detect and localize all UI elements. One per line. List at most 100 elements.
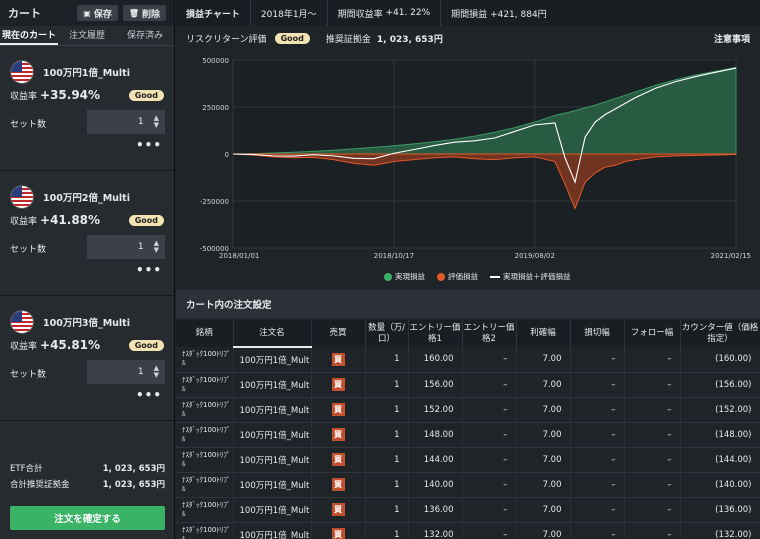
chevron-down-icon[interactable]: ▼ <box>154 122 159 129</box>
buy-badge: 買 <box>331 528 345 539</box>
period-selector[interactable]: 2018年1月～ <box>251 0 328 26</box>
notes-link[interactable]: 注意事項 <box>714 32 750 45</box>
confirm-order-button[interactable]: 注文を確定する <box>10 506 165 530</box>
stepper-arrows[interactable]: ▲ ▼ <box>154 115 159 129</box>
symbol-cell: ﾅｽﾀﾞｯｸ100ﾄﾘﾌﾟﾙ <box>176 522 234 539</box>
set-count-label: セット数 <box>10 120 47 130</box>
entry2-cell: – <box>462 397 517 423</box>
stepper-arrows[interactable]: ▲ ▼ <box>154 240 159 254</box>
entry1-cell: 132.00 <box>408 522 463 539</box>
table-row[interactable]: ﾅｽﾀﾞｯｸ100ﾄﾘﾌﾟﾙ 100万円1倍_Mult 買 1 156.00 –… <box>176 372 760 398</box>
take-profit-cell: 7.00 <box>516 372 571 398</box>
recommended-margin: 推奨証拠金 1, 023, 653円 <box>326 32 443 45</box>
stepper-arrows[interactable]: ▲ ▼ <box>154 365 159 379</box>
legend-total-label: 実現損益＋評価損益 <box>503 272 571 281</box>
quantity-value: 1 <box>137 242 144 252</box>
buy-badge: 買 <box>331 478 345 491</box>
cart-item-header: 100万円2倍_Multi <box>10 185 130 209</box>
trash-icon: 🗑 <box>128 8 139 18</box>
take-profit-cell: 7.00 <box>516 347 571 373</box>
y-tick-label: -250000 <box>200 198 229 206</box>
qty-cell: 1 <box>365 347 409 373</box>
chevron-down-icon[interactable]: ▼ <box>154 372 159 379</box>
qty-cell: 1 <box>365 372 409 398</box>
delete-button[interactable]: 🗑 削除 <box>122 5 166 21</box>
pl-chart: 500000 250000 0 -250000 -500000 2018/01/01 201… <box>176 50 760 290</box>
symbol-cell: ﾅｽﾀﾞｯｸ100ﾄﾘﾌﾟﾙ <box>176 472 234 498</box>
legend-total-marker <box>490 275 500 278</box>
main-panel: 損益チャート 2018年1月～ 期間収益率 +41. 22% 期間損益 +421… <box>176 0 760 539</box>
more-options-icon[interactable]: ••• <box>136 388 162 402</box>
tab-order-history[interactable]: 注文履歴 <box>58 26 116 45</box>
more-options-icon[interactable]: ••• <box>136 138 162 152</box>
order-name-cell: 100万円1倍_Mult <box>233 347 312 373</box>
stop-loss-cell: – <box>570 497 625 523</box>
status-badge: Good <box>128 90 164 101</box>
buy-badge: 買 <box>331 403 345 416</box>
y-tick-label: 250000 <box>202 104 229 112</box>
table-row[interactable]: ﾅｽﾀﾞｯｸ100ﾄﾘﾌﾟﾙ 100万円1倍_Mult 買 1 144.00 –… <box>176 447 760 473</box>
cart-item-name[interactable]: 100万円2倍_Multi <box>43 190 130 204</box>
counter-cell: (148.00) <box>680 422 760 448</box>
quantity-stepper[interactable]: 1 ▲ ▼ <box>87 360 165 384</box>
entry2-cell: – <box>462 372 517 398</box>
symbol-cell: ﾅｽﾀﾞｯｸ100ﾄﾘﾌﾟﾙ <box>176 497 234 523</box>
quantity-stepper[interactable]: 1 ▲ ▼ <box>87 110 165 134</box>
order-name-cell: 100万円1倍_Mult <box>233 522 312 539</box>
x-tick-label: 2018/01/01 <box>219 252 259 260</box>
table-row[interactable]: ﾅｽﾀﾞｯｸ100ﾄﾘﾌﾟﾙ 100万円1倍_Mult 買 1 136.00 –… <box>176 497 760 523</box>
cart-item: 100万円2倍_Multi 収益率 +41.88% Good セット数 1 ▲ ▼ … <box>0 171 174 296</box>
quantity-value: 1 <box>137 367 144 377</box>
cart-item-name[interactable]: 100万円3倍_Multi <box>43 315 130 329</box>
table-row[interactable]: ﾅｽﾀﾞｯｸ100ﾄﾘﾌﾟﾙ 100万円1倍_Mult 買 1 152.00 –… <box>176 397 760 423</box>
risk-badge: Good <box>274 32 310 44</box>
counter-cell: (144.00) <box>680 447 760 473</box>
quantity-stepper[interactable]: 1 ▲ ▼ <box>87 235 165 259</box>
set-count-label: セット数 <box>10 370 47 380</box>
symbol-cell: ﾅｽﾀﾞｯｸ100ﾄﾘﾌﾟﾙ <box>176 422 234 448</box>
col-qty: 数量（万/口） <box>365 320 409 347</box>
table-row[interactable]: ﾅｽﾀﾞｯｸ100ﾄﾘﾌﾟﾙ 100万円1倍_Mult 買 1 148.00 –… <box>176 422 760 448</box>
stop-loss-cell: – <box>570 472 625 498</box>
table-row[interactable]: ﾅｽﾀﾞｯｸ100ﾄﾘﾌﾟﾙ 100万円1倍_Mult 買 1 132.00 –… <box>176 522 760 539</box>
cart-title: カート <box>8 7 41 20</box>
period-pl: 期間損益 +421, 884円 <box>441 0 557 26</box>
table-row[interactable]: ﾅｽﾀﾞｯｸ100ﾄﾘﾌﾟﾙ 100万円1倍_Mult 買 1 140.00 –… <box>176 472 760 498</box>
cart-item-name[interactable]: 100万円1倍_Multi <box>43 65 130 79</box>
col-order-name[interactable]: 注文名 <box>233 320 312 348</box>
counter-cell: (136.00) <box>680 497 760 523</box>
risk-bar: リスクリターン評価 Good 推奨証拠金 1, 023, 653円 注意事項 <box>176 26 760 50</box>
col-side: 売買 <box>311 320 366 347</box>
tab-current-cart[interactable]: 現在のカート <box>0 26 58 45</box>
buy-badge: 買 <box>331 352 345 366</box>
qty-cell: 1 <box>365 472 409 498</box>
more-options-icon[interactable]: ••• <box>136 263 162 277</box>
x-tick-label: 2021/02/15 <box>711 252 751 260</box>
period-return-label: 期間収益率 <box>337 9 383 20</box>
y-tick-label: 500000 <box>202 57 229 65</box>
save-button[interactable]: ▣ 保存 <box>77 5 118 21</box>
order-name-cell: 100万円1倍_Mult <box>233 372 312 398</box>
cart-item-header: 100万円1倍_Multi <box>10 60 130 84</box>
side-cell: 買 <box>311 347 366 373</box>
symbol-cell: ﾅｽﾀﾞｯｸ100ﾄﾘﾌﾟﾙ <box>176 347 234 373</box>
col-symbol: 銘柄 <box>176 320 234 347</box>
order-table: 銘柄 注文名 売買 数量（万/口） エントリー価格1 エントリー価格2 利確幅 … <box>176 320 760 539</box>
buy-badge: 買 <box>331 378 345 391</box>
cart-totals: ETF合計 1, 023, 653円 合計推奨証拠金 1, 023, 653円 <box>0 460 175 492</box>
counter-cell: (156.00) <box>680 372 760 398</box>
stop-loss-cell: – <box>570 522 625 539</box>
order-name-cell: 100万円1倍_Mult <box>233 422 312 448</box>
side-cell: 買 <box>311 422 366 448</box>
table-row[interactable]: ﾅｽﾀﾞｯｸ100ﾄﾘﾌﾟﾙ 100万円1倍_Mult 買 1 160.00 –… <box>176 347 760 373</box>
cart-item: 100万円1倍_Multi 収益率 +35.94% Good セット数 1 ▲ ▼ … <box>0 46 174 171</box>
x-tick-label: 2018/10/17 <box>374 252 414 260</box>
legend-unrealized-label: 評価損益 <box>448 272 478 281</box>
take-profit-cell: 7.00 <box>516 497 571 523</box>
legend-realized-marker <box>384 272 392 281</box>
take-profit-cell: 7.00 <box>516 422 571 448</box>
order-name-cell: 100万円1倍_Mult <box>233 497 312 523</box>
tab-saved[interactable]: 保存済み <box>116 26 174 45</box>
chevron-down-icon[interactable]: ▼ <box>154 247 159 254</box>
order-name-cell: 100万円1倍_Mult <box>233 447 312 473</box>
